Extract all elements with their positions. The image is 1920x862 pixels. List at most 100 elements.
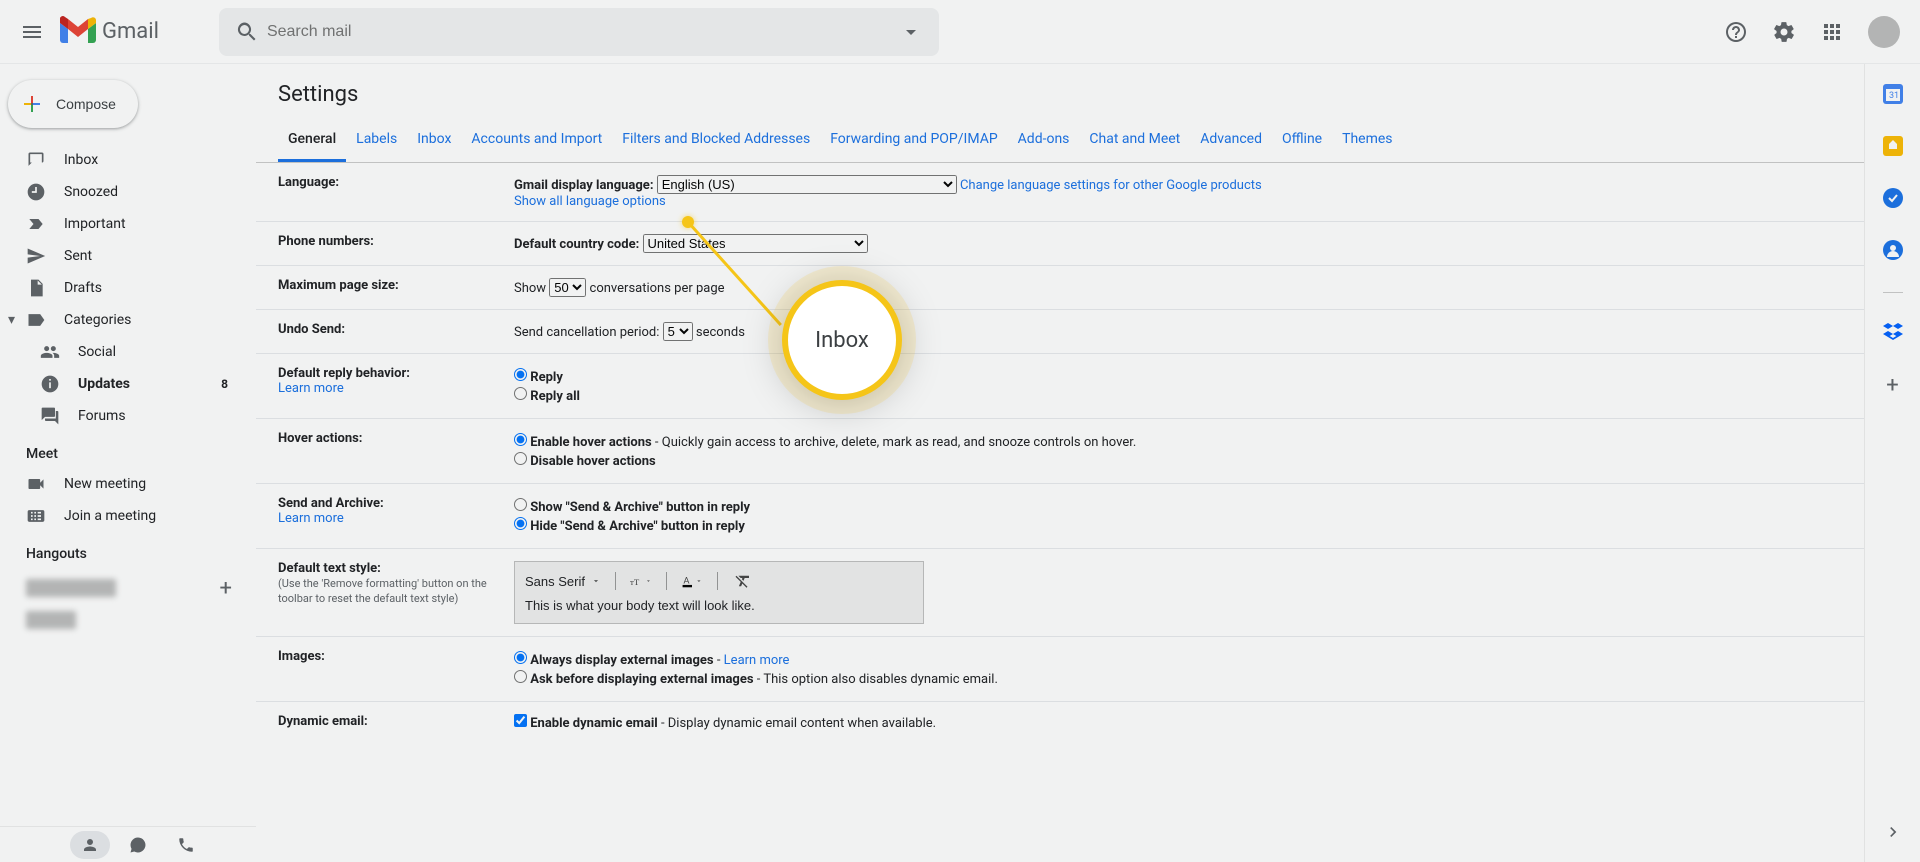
settings-panel: Settings General Labels Inbox Accounts a… <box>256 64 1864 862</box>
country-code-select[interactable]: United States <box>643 234 868 253</box>
sidebar-item-sent[interactable]: Sent <box>0 240 256 272</box>
change-language-link[interactable]: Change language settings for other Googl… <box>960 178 1262 193</box>
row-label: Send and Archive: <box>278 496 384 511</box>
page-size-select[interactable]: 50 <box>549 278 586 297</box>
show-archive-radio[interactable] <box>514 498 527 511</box>
add-contact-button[interactable]: + <box>220 576 232 601</box>
radio-label: Reply all <box>530 389 580 404</box>
tab-general[interactable]: General <box>278 121 346 162</box>
main-menu-button[interactable] <box>8 8 56 56</box>
gear-icon <box>1772 20 1796 44</box>
remove-formatting-button[interactable] <box>732 572 754 590</box>
gmail-logo[interactable]: Gmail <box>60 16 159 47</box>
learn-more-link[interactable]: Learn more <box>278 381 514 396</box>
disable-hover-radio[interactable] <box>514 452 527 465</box>
header-actions <box>1716 12 1912 52</box>
compose-button[interactable]: Compose <box>8 80 138 128</box>
ask-before-radio[interactable] <box>514 670 527 683</box>
dynamic-email-checkbox[interactable] <box>514 714 527 727</box>
apps-button[interactable] <box>1812 12 1852 52</box>
text-size-icon: ᴛT <box>630 573 645 589</box>
tab-chat[interactable]: Chat and Meet <box>1079 121 1190 162</box>
search-options-button[interactable] <box>891 12 931 52</box>
side-panel-collapse[interactable] <box>1883 822 1903 846</box>
nav-label: New meeting <box>64 476 146 492</box>
row-archive: Send and Archive:Learn more Show "Send &… <box>256 484 1864 549</box>
hangouts-contact[interactable]: + <box>0 572 256 604</box>
side-panel-dropbox[interactable] <box>1883 321 1903 345</box>
side-panel-contacts[interactable] <box>1883 240 1903 264</box>
tab-accounts[interactable]: Accounts and Import <box>461 121 612 162</box>
font-select[interactable]: Sans Serif <box>525 574 601 589</box>
tab-advanced[interactable]: Advanced <box>1190 121 1272 162</box>
sidebar-item-social[interactable]: Social <box>0 336 256 368</box>
chevron-down-icon <box>645 576 652 586</box>
tab-offline[interactable]: Offline <box>1272 121 1332 162</box>
account-avatar[interactable] <box>1868 16 1900 48</box>
row-label: Maximum page size: <box>278 278 514 297</box>
radio-label: Show "Send & Archive" button in reply <box>530 500 750 515</box>
row-phone: Phone numbers: Default country code: Uni… <box>256 222 1864 266</box>
support-button[interactable] <box>1716 12 1756 52</box>
text-color-button[interactable]: A <box>681 572 703 590</box>
settings-scroll-area[interactable]: Language: Gmail display language: Englis… <box>256 163 1864 861</box>
sidebar-item-drafts[interactable]: Drafts <box>0 272 256 304</box>
sidebar-item-join-meeting[interactable]: Join a meeting <box>0 500 256 532</box>
undo-period-select[interactable]: 5 <box>663 322 693 341</box>
sidebar-item-new-meeting[interactable]: New meeting <box>0 468 256 500</box>
send-icon <box>26 246 46 266</box>
search-button[interactable] <box>227 12 267 52</box>
text-style-box: Sans Serif ᴛT A This is what your body t… <box>514 561 924 624</box>
reply-radio[interactable] <box>514 368 527 381</box>
text: Show <box>514 281 546 296</box>
tab-forwarding[interactable]: Forwarding and POP/IMAP <box>820 121 1007 162</box>
sidebar-item-forums[interactable]: Forums <box>0 400 256 432</box>
show-all-languages-link[interactable]: Show all language options <box>514 194 666 209</box>
tab-filters[interactable]: Filters and Blocked Addresses <box>612 121 820 162</box>
always-display-radio[interactable] <box>514 651 527 664</box>
row-sublabel: (Use the 'Remove formatting' button on t… <box>278 577 487 605</box>
chat-bubble-icon <box>129 836 147 854</box>
hangouts-contact[interactable] <box>0 604 256 636</box>
language-select[interactable]: English (US) <box>657 175 957 194</box>
hangouts-tab-chat[interactable] <box>118 831 158 859</box>
sidebar-item-snoozed[interactable]: Snoozed <box>0 176 256 208</box>
sidebar-item-inbox[interactable]: Inbox <box>0 144 256 176</box>
text: seconds <box>696 325 745 340</box>
sidebar-item-important[interactable]: Important <box>0 208 256 240</box>
side-panel-add[interactable]: + <box>1886 373 1898 398</box>
style-preview-text: This is what your body text will look li… <box>525 598 913 613</box>
nav-label: Categories <box>64 312 131 328</box>
callout-anchor-dot <box>682 216 694 228</box>
enable-hover-radio[interactable] <box>514 433 527 446</box>
hide-archive-radio[interactable] <box>514 517 527 530</box>
tab-themes[interactable]: Themes <box>1332 121 1402 162</box>
side-panel-calendar[interactable]: 31 <box>1883 84 1903 108</box>
tab-inbox[interactable]: Inbox <box>407 121 461 162</box>
row-label: Default reply behavior: <box>278 366 410 381</box>
side-panel-tasks[interactable] <box>1883 188 1903 212</box>
learn-more-link[interactable]: Learn more <box>724 653 790 668</box>
settings-button[interactable] <box>1764 12 1804 52</box>
reply-all-radio[interactable] <box>514 387 527 400</box>
country-code-label: Default country code: <box>514 237 639 252</box>
sidebar-item-categories[interactable]: ▾Categories <box>0 304 256 336</box>
search-input[interactable] <box>267 23 891 41</box>
text-size-button[interactable]: ᴛT <box>630 572 652 590</box>
tab-labels[interactable]: Labels <box>346 121 407 162</box>
display-language-label: Gmail display language: <box>514 178 653 193</box>
hangouts-tab-phone[interactable] <box>166 831 206 859</box>
row-label: Default text style: <box>278 561 381 576</box>
desc: - Display dynamic email content when ava… <box>658 716 936 731</box>
sidebar-item-updates[interactable]: Updates8 <box>0 368 256 400</box>
nav-label: Updates <box>78 376 130 392</box>
row-pagesize: Maximum page size: Show 50 conversations… <box>256 266 1864 310</box>
side-panel-keep[interactable] <box>1883 136 1903 160</box>
hangouts-tabs <box>0 826 256 862</box>
learn-more-link[interactable]: Learn more <box>278 511 514 526</box>
checkbox-label: Enable dynamic email <box>530 716 658 731</box>
tab-addons[interactable]: Add-ons <box>1008 121 1080 162</box>
hangouts-tab-contacts[interactable] <box>70 831 110 859</box>
svg-text:A: A <box>683 575 690 586</box>
nav-label: Forums <box>78 408 126 424</box>
